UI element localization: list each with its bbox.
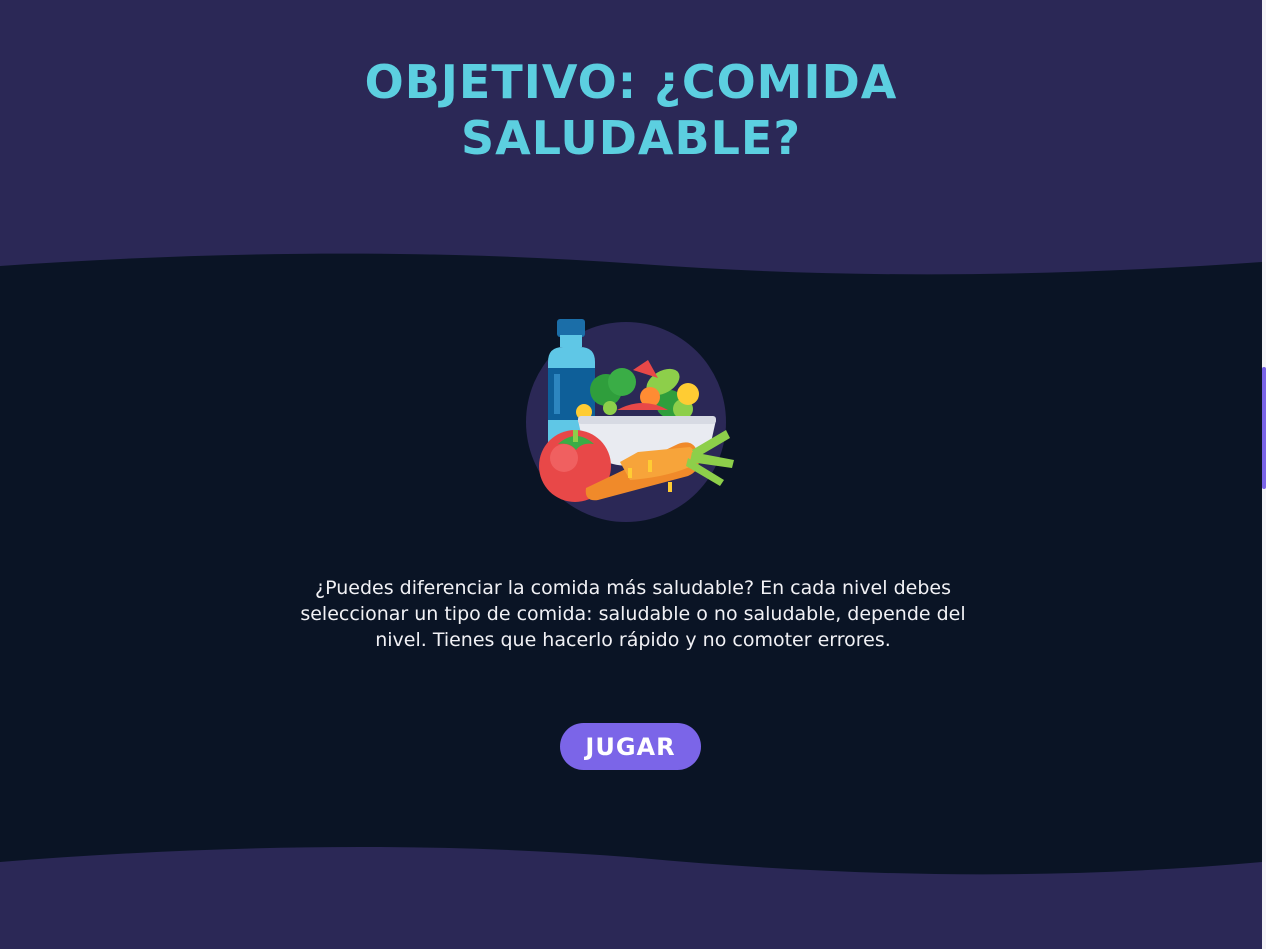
- page-title-line-1: OBJETIVO: ¿COMIDA: [364, 55, 898, 109]
- page-title-line-2: SALUDABLE?: [460, 111, 802, 165]
- scrollbar[interactable]: [1262, 0, 1266, 949]
- healthy-food-icon: [526, 319, 734, 522]
- header: OBJETIVO: ¿COMIDA SALUDABLE?: [0, 0, 1262, 280]
- play-button[interactable]: JUGAR: [560, 723, 701, 770]
- game-description: ¿Puedes diferenciar la comida más saluda…: [300, 577, 966, 651]
- scrollbar-thumb[interactable]: [1262, 367, 1266, 489]
- page-title: OBJETIVO: ¿COMIDA SALUDABLE?: [0, 54, 1262, 166]
- page: OBJETIVO: ¿COMIDA SALUDABLE? ¿Puedes dif…: [0, 0, 1266, 949]
